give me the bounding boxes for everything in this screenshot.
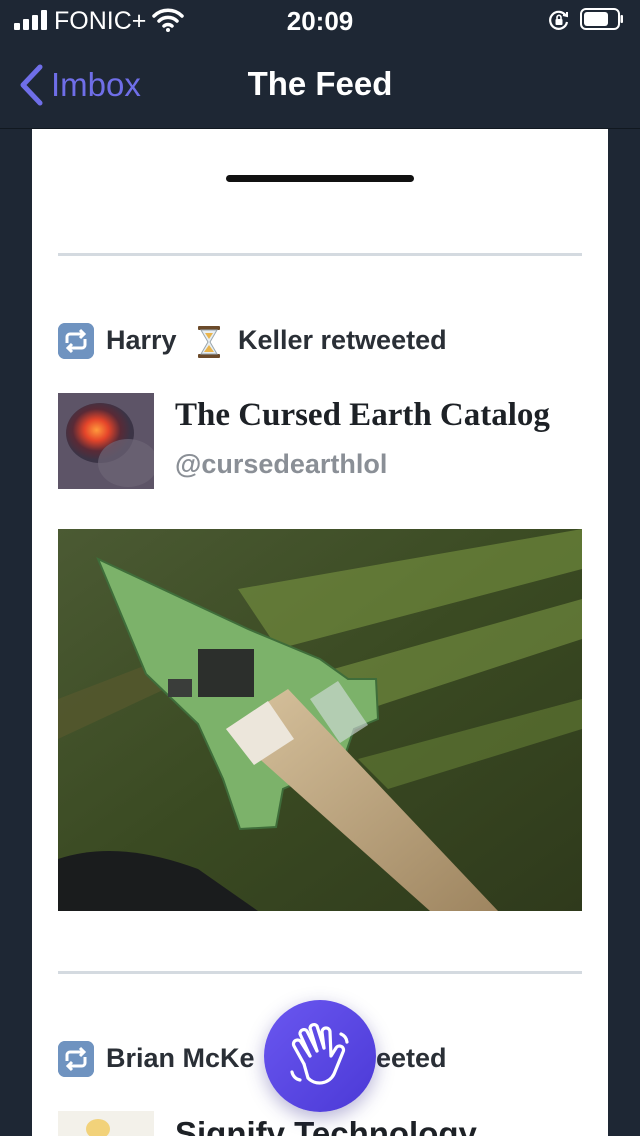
retweet-icon [58, 323, 94, 359]
avatar[interactable] [58, 393, 154, 489]
hourglass-icon [198, 326, 220, 358]
author-name[interactable]: The Cursed Earth Catalog [175, 397, 550, 434]
waving-hand-icon [290, 1023, 349, 1085]
retweet-action-text: Keller retweeted [238, 325, 447, 355]
retweeter-first-name: Harry [106, 325, 177, 355]
divider [58, 971, 582, 974]
status-bar: FONIC+ 20:09 [0, 0, 640, 40]
status-time: 20:09 [286, 6, 354, 36]
retweet-action-text: eeted [376, 1043, 447, 1073]
wave-action-button[interactable] [264, 1000, 376, 1112]
battery-icon [580, 8, 623, 30]
retweet-attribution: Harry Keller retweeted [58, 321, 582, 361]
divider [58, 253, 582, 256]
navigation-bar: Imbox The Feed [0, 40, 640, 129]
orientation-lock-icon [549, 10, 569, 30]
author-name[interactable]: Signify Technology [175, 1115, 477, 1136]
drag-handle[interactable] [226, 175, 414, 182]
tweet-image[interactable] [58, 529, 582, 911]
avatar[interactable] [58, 1111, 154, 1136]
author-handle[interactable]: @cursedearthlol [175, 449, 387, 480]
page-title: The Feed [247, 65, 393, 102]
feed-card[interactable]: Harry Keller retweeted The Cursed Earth … [32, 129, 608, 1136]
retweet-icon [58, 1041, 94, 1077]
retweeter-name: Brian McKe [106, 1043, 255, 1073]
